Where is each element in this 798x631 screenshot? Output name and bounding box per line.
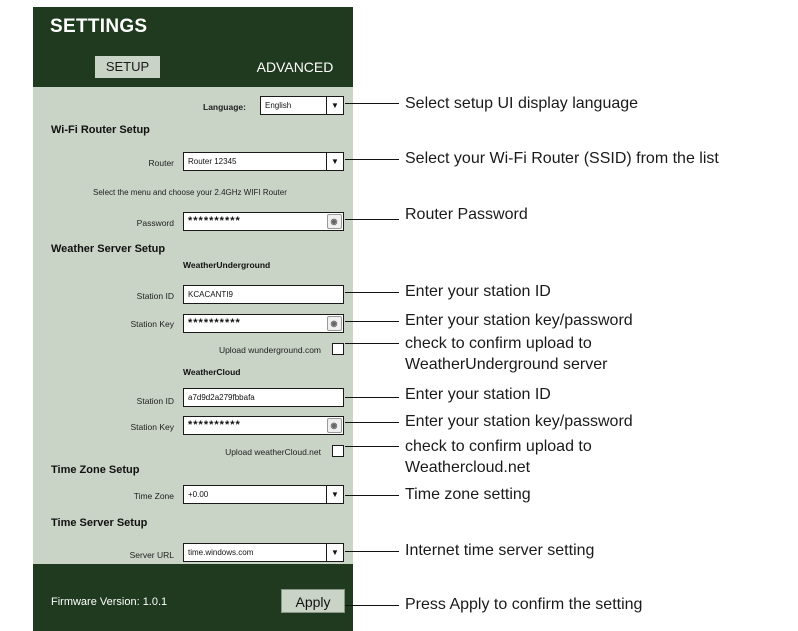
annotation-wc-station-key: Enter your station key/password: [405, 413, 633, 430]
wu-upload-label: Upload wunderground.com: [218, 345, 321, 355]
annotation-timezone: Time zone setting: [405, 486, 531, 503]
settings-footer: Firmware Version: 1.0.1 Apply: [33, 564, 353, 631]
server-url-select[interactable]: time.windows.com ▼: [183, 543, 344, 562]
firmware-version: Firmware Version: 1.0.1: [51, 596, 168, 608]
wc-upload-checkbox[interactable]: [332, 445, 344, 457]
wc-station-key-field[interactable]: ********** ◉: [183, 416, 344, 435]
annotation-wu-upload-1: check to confirm upload to: [405, 335, 592, 352]
timezone-label: Time Zone: [133, 491, 174, 501]
wc-station-id-value: a7d9d2a279fbbafa: [188, 393, 255, 402]
annotation-timeserver: Internet time server setting: [405, 542, 595, 559]
annotation-wu-station-id: Enter your station ID: [405, 283, 551, 300]
chevron-down-icon: ▼: [326, 97, 343, 114]
chevron-down-icon: ▼: [326, 153, 343, 170]
wu-station-id-field[interactable]: KCACANTI9: [183, 285, 344, 304]
language-value: English: [265, 101, 292, 110]
server-url-label: Server URL: [129, 550, 174, 560]
annotation-wc-upload-2: Weathercloud.net: [405, 459, 531, 476]
callout-line: [345, 103, 399, 104]
timezone-select[interactable]: +0.00 ▼: [183, 485, 344, 504]
wu-station-id-label: Station ID: [136, 291, 174, 301]
wifi-section-title: Wi-Fi Router Setup: [51, 124, 150, 136]
annotation-wc-station-id: Enter your station ID: [405, 386, 551, 403]
password-field[interactable]: ********** ◉: [183, 212, 344, 231]
wc-station-key-value: **********: [188, 419, 241, 431]
language-label: Language:: [203, 102, 246, 112]
annotation-apply: Press Apply to confirm the setting: [405, 596, 643, 613]
password-value: **********: [188, 215, 241, 227]
wu-station-key-label: Station Key: [130, 319, 174, 329]
timezone-section-title: Time Zone Setup: [51, 464, 140, 476]
wu-station-key-value: **********: [188, 317, 241, 329]
wc-station-id-label: Station ID: [136, 396, 174, 406]
callout-line: [345, 219, 399, 220]
annotation-wc-upload-1: check to confirm upload to: [405, 438, 592, 455]
router-help-text: Select the menu and choose your 2.4GHz W…: [93, 188, 287, 197]
wu-station-key-field[interactable]: ********** ◉: [183, 314, 344, 333]
callout-line: [345, 292, 399, 293]
wc-station-key-label: Station Key: [130, 422, 174, 432]
annotation-wu-station-key: Enter your station key/password: [405, 312, 633, 329]
timezone-value: +0.00: [188, 490, 209, 499]
password-label: Password: [136, 218, 174, 228]
callout-line: [345, 321, 399, 322]
language-select[interactable]: English ▼: [260, 96, 344, 115]
weathercloud-title: WeatherCloud: [183, 367, 241, 377]
wc-upload-label: Upload weatherCloud.net: [225, 447, 321, 457]
callout-line: [345, 422, 399, 423]
eye-icon[interactable]: ◉: [327, 214, 342, 229]
callout-line: [345, 446, 399, 447]
wc-station-id-field[interactable]: a7d9d2a279fbbafa: [183, 388, 344, 407]
eye-icon[interactable]: ◉: [327, 316, 342, 331]
settings-panel: SETTINGS SETUP ADVANCED Language: Englis…: [33, 7, 353, 631]
apply-button[interactable]: Apply: [281, 589, 345, 613]
callout-line: [345, 343, 399, 344]
callout-line: [345, 605, 399, 606]
chevron-down-icon: ▼: [326, 486, 343, 503]
timeserver-section-title: Time Server Setup: [51, 517, 148, 529]
router-label: Router: [148, 158, 174, 168]
page-title: SETTINGS: [50, 16, 148, 37]
callout-line: [345, 495, 399, 496]
settings-header: SETTINGS SETUP ADVANCED: [33, 7, 353, 87]
callout-line: [345, 159, 399, 160]
wu-station-id-value: KCACANTI9: [188, 290, 233, 299]
annotation-password: Router Password: [405, 206, 528, 223]
tab-advanced[interactable]: ADVANCED: [255, 56, 335, 78]
server-url-value: time.windows.com: [188, 548, 254, 557]
router-select[interactable]: Router 12345 ▼: [183, 152, 344, 171]
tab-setup[interactable]: SETUP: [95, 56, 160, 78]
annotation-language: Select setup UI display language: [405, 95, 639, 112]
wunderground-title: WeatherUnderground: [183, 260, 271, 270]
eye-icon[interactable]: ◉: [327, 418, 342, 433]
router-value: Router 12345: [188, 157, 237, 166]
weather-section-title: Weather Server Setup: [51, 243, 166, 255]
annotation-wu-upload-2: WeatherUnderground server: [405, 356, 608, 373]
wu-upload-checkbox[interactable]: [332, 343, 344, 355]
callout-line: [345, 551, 399, 552]
callout-line: [345, 397, 399, 398]
chevron-down-icon: ▼: [326, 544, 343, 561]
annotation-router: Select your Wi-Fi Router (SSID) from the…: [405, 150, 719, 167]
